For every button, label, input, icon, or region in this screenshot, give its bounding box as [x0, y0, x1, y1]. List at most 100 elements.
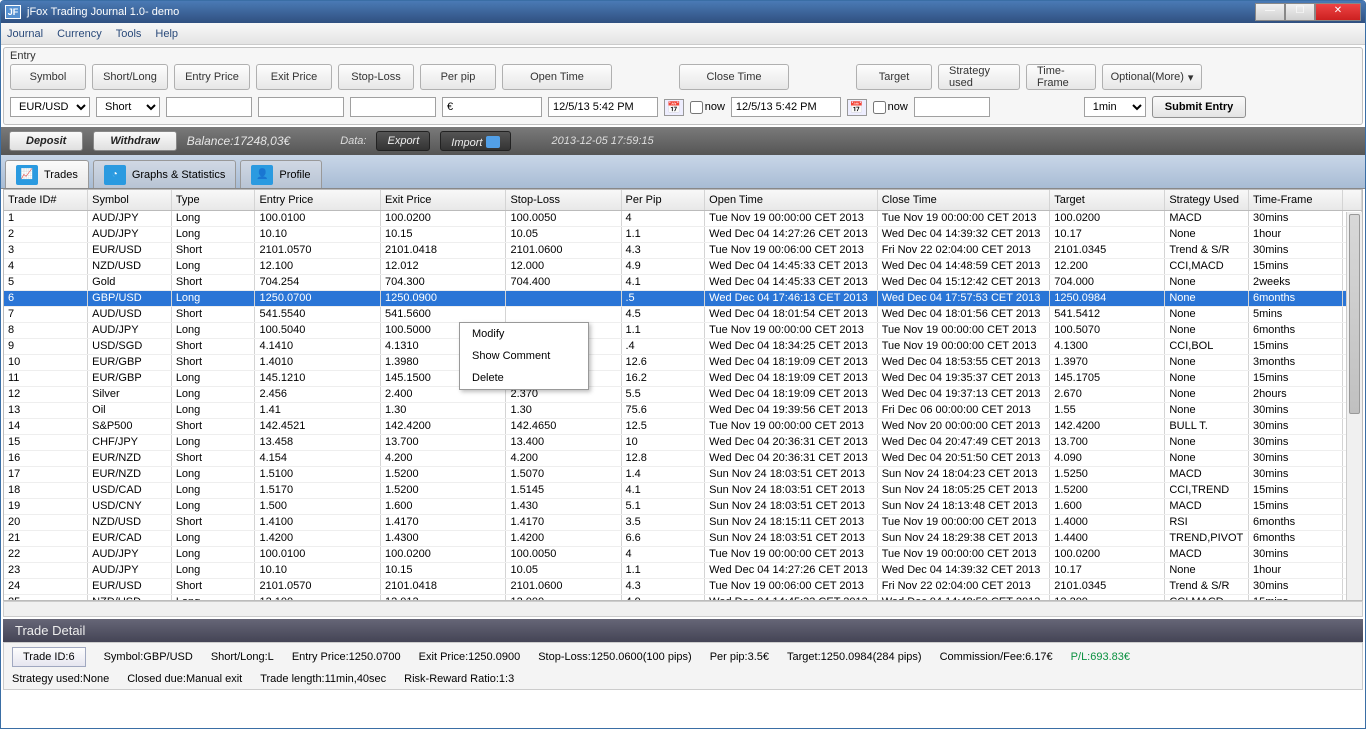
- detail-entry-price: Entry Price:1250.0700: [292, 651, 401, 663]
- calendar-icon[interactable]: 📅: [847, 99, 867, 116]
- shortlong-select[interactable]: Short: [96, 97, 160, 117]
- export-button[interactable]: Export: [376, 131, 430, 151]
- table-row[interactable]: 18USD/CADLong1.51701.52001.51454.1Sun No…: [4, 482, 1362, 498]
- column-header[interactable]: Entry Price: [255, 190, 381, 210]
- target-input[interactable]: [914, 97, 990, 117]
- table-row[interactable]: 17EUR/NZDLong1.51001.52001.50701.4Sun No…: [4, 466, 1362, 482]
- tabs-row: 📈Trades ◔Graphs & Statistics 👤Profile: [1, 155, 1365, 189]
- import-button[interactable]: Import: [440, 131, 511, 151]
- label-open-time: Open Time: [502, 64, 612, 90]
- menu-currency[interactable]: Currency: [57, 28, 102, 40]
- table-row[interactable]: 1AUD/JPYLong100.0100100.0200100.00504Tue…: [4, 210, 1362, 226]
- detail-target: Target:1250.0984(284 pips): [787, 651, 922, 663]
- column-header[interactable]: Open Time: [705, 190, 878, 210]
- context-modify[interactable]: Modify: [460, 323, 588, 345]
- calendar-icon[interactable]: 📅: [664, 99, 684, 116]
- exit-price-input[interactable]: [258, 97, 344, 117]
- balance-label: Balance:17248,03€: [187, 134, 290, 148]
- table-row[interactable]: 6GBP/USDLong1250.07001250.0900.5Wed Dec …: [4, 290, 1362, 306]
- table-row[interactable]: 15CHF/JPYLong13.45813.70013.40010Wed Dec…: [4, 434, 1362, 450]
- column-header[interactable]: Type: [171, 190, 255, 210]
- detail-exit-price: Exit Price:1250.0900: [419, 651, 521, 663]
- deposit-button[interactable]: Deposit: [9, 131, 83, 151]
- close-now-checkbox[interactable]: [873, 101, 886, 114]
- menu-journal[interactable]: Journal: [7, 28, 43, 40]
- column-header[interactable]: Symbol: [88, 190, 172, 210]
- table-row[interactable]: 2AUD/JPYLong10.1010.1510.051.1Wed Dec 04…: [4, 226, 1362, 242]
- tab-profile[interactable]: 👤Profile: [240, 160, 321, 188]
- detail-rrr: Risk-Reward Ratio:1:3: [404, 673, 514, 685]
- detail-shortlong: Short/Long:L: [211, 651, 274, 663]
- close-button[interactable]: ✕: [1315, 3, 1361, 21]
- menu-help[interactable]: Help: [155, 28, 178, 40]
- close-time-input[interactable]: [731, 97, 841, 117]
- tab-graphs[interactable]: ◔Graphs & Statistics: [93, 160, 237, 188]
- detail-trade-length: Trade length:11min,40sec: [260, 673, 386, 685]
- table-row[interactable]: 4NZD/USDLong12.10012.01212.0004.9Wed Dec…: [4, 258, 1362, 274]
- table-row[interactable]: 23AUD/JPYLong10.1010.1510.051.1Wed Dec 0…: [4, 562, 1362, 578]
- close-now-label: now: [888, 101, 908, 113]
- app-icon: JF: [5, 5, 21, 19]
- vertical-scrollbar[interactable]: [1346, 212, 1362, 600]
- submit-entry-button[interactable]: Submit Entry: [1152, 96, 1246, 118]
- table-row[interactable]: 25NZD/USDLong12.10012.01212.0004.9Wed De…: [4, 594, 1362, 601]
- table-row[interactable]: 19USD/CNYLong1.5001.6001.4305.1Sun Nov 2…: [4, 498, 1362, 514]
- label-close-time: Close Time: [679, 64, 789, 90]
- table-row[interactable]: 14S&P500Short142.4521142.4200142.465012.…: [4, 418, 1362, 434]
- label-timeframe: Time-Frame: [1026, 64, 1096, 90]
- detail-symbol: Symbol:GBP/USD: [104, 651, 193, 663]
- data-label: Data:: [340, 135, 366, 147]
- trades-grid: Trade ID#SymbolTypeEntry PriceExit Price…: [3, 189, 1363, 601]
- table-row[interactable]: 22AUD/JPYLong100.0100100.0200100.00504Tu…: [4, 546, 1362, 562]
- stop-loss-input[interactable]: [350, 97, 436, 117]
- table-row[interactable]: 21EUR/CADLong1.42001.43001.42006.6Sun No…: [4, 530, 1362, 546]
- profile-icon: 👤: [251, 165, 273, 185]
- detail-closed-due: Closed due:Manual exit: [127, 673, 242, 685]
- optional-more-dropdown[interactable]: Optional(More) ▾: [1102, 64, 1202, 90]
- withdraw-button[interactable]: Withdraw: [93, 131, 176, 151]
- symbol-select[interactable]: EUR/USD: [10, 97, 90, 117]
- column-header[interactable]: Trade ID#: [4, 190, 88, 210]
- table-row[interactable]: 20NZD/USDShort1.41001.41701.41703.5Sun N…: [4, 514, 1362, 530]
- table-row[interactable]: 8AUD/JPYLong100.5040100.50001.1Tue Nov 1…: [4, 322, 1362, 338]
- column-header[interactable]: Stop-Loss: [506, 190, 621, 210]
- entry-price-input[interactable]: [166, 97, 252, 117]
- column-header[interactable]: Time-Frame: [1248, 190, 1342, 210]
- context-delete[interactable]: Delete: [460, 367, 588, 389]
- maximize-button[interactable]: ☐: [1285, 3, 1315, 21]
- minimize-button[interactable]: —: [1255, 3, 1285, 21]
- open-time-input[interactable]: [548, 97, 658, 117]
- detail-stop-loss: Stop-Loss:1250.0600(100 pips): [538, 651, 692, 663]
- column-header[interactable]: Per Pip: [621, 190, 705, 210]
- label-target: Target: [856, 64, 932, 90]
- detail-strategy: Strategy used:None: [12, 673, 109, 685]
- table-row[interactable]: 12SilverLong2.4562.4002.3705.5Wed Dec 04…: [4, 386, 1362, 402]
- table-row[interactable]: 16EUR/NZDShort4.1544.2004.20012.8Wed Dec…: [4, 450, 1362, 466]
- horizontal-scrollbar[interactable]: [3, 601, 1363, 617]
- timeframe-select[interactable]: 1min: [1084, 97, 1146, 117]
- open-now-checkbox[interactable]: [690, 101, 703, 114]
- table-row[interactable]: 9USD/SGDShort4.14104.1310.4Wed Dec 04 18…: [4, 338, 1362, 354]
- table-row[interactable]: 5GoldShort704.254704.300704.4004.1Wed De…: [4, 274, 1362, 290]
- column-header[interactable]: Target: [1050, 190, 1165, 210]
- column-header[interactable]: Exit Price: [380, 190, 506, 210]
- menu-tools[interactable]: Tools: [116, 28, 142, 40]
- chart-icon: 📈: [16, 165, 38, 185]
- clock-label: 2013-12-05 17:59:15: [551, 135, 653, 147]
- table-row[interactable]: 13OilLong1.411.301.3075.6Wed Dec 04 19:3…: [4, 402, 1362, 418]
- column-header[interactable]: Close Time: [877, 190, 1050, 210]
- table-row[interactable]: 24EUR/USDShort2101.05702101.04182101.060…: [4, 578, 1362, 594]
- table-row[interactable]: 11EUR/GBPLong145.1210145.1500145.100016.…: [4, 370, 1362, 386]
- tab-trades[interactable]: 📈Trades: [5, 160, 89, 188]
- detail-commission: Commission/Fee:6.17€: [940, 651, 1053, 663]
- column-header[interactable]: Strategy Used: [1165, 190, 1249, 210]
- table-row[interactable]: 7AUD/USDShort541.5540541.56004.5Wed Dec …: [4, 306, 1362, 322]
- pie-icon: ◔: [104, 165, 126, 185]
- table-row[interactable]: 3EUR/USDShort2101.05702101.04182101.0600…: [4, 242, 1362, 258]
- context-show-comment[interactable]: Show Comment: [460, 345, 588, 367]
- label-exit-price: Exit Price: [256, 64, 332, 90]
- label-per-pip: Per pip: [420, 64, 496, 90]
- per-pip-input[interactable]: [442, 97, 542, 117]
- table-row[interactable]: 10EUR/GBPShort1.40101.398012.6Wed Dec 04…: [4, 354, 1362, 370]
- context-menu: Modify Show Comment Delete: [459, 322, 589, 390]
